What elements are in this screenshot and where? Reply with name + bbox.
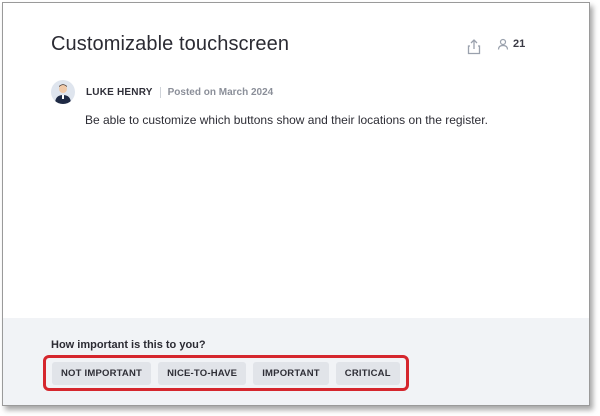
critical-button[interactable]: CRITICAL — [335, 362, 400, 385]
user-icon — [497, 38, 509, 50]
divider — [159, 86, 161, 98]
post-card: Customizable touchscreen 21 LUKE HENRY P… — [2, 2, 590, 406]
post-title: Customizable touchscreen — [51, 33, 290, 55]
importance-section: How important is this to you? NOT IMPORT… — [3, 318, 589, 405]
share-icon — [467, 39, 481, 55]
post-body: Be able to customize which buttons show … — [85, 113, 488, 127]
post-date: Posted on March 2024 — [167, 86, 274, 98]
important-button[interactable]: IMPORTANT — [253, 362, 329, 385]
not-important-button[interactable]: NOT IMPORTANT — [52, 362, 152, 385]
author-row: LUKE HENRY Posted on March 2024 — [51, 80, 273, 104]
voters-button[interactable]: 21 — [497, 38, 525, 50]
importance-question: How important is this to you? — [51, 339, 206, 351]
avatar — [51, 80, 75, 104]
voter-count: 21 — [513, 38, 526, 50]
share-button[interactable] — [465, 38, 483, 56]
nice-to-have-button[interactable]: NICE-TO-HAVE — [158, 362, 247, 385]
author-name: LUKE HENRY — [86, 86, 153, 98]
importance-options: NOT IMPORTANT NICE-TO-HAVE IMPORTANT CRI… — [52, 362, 400, 385]
